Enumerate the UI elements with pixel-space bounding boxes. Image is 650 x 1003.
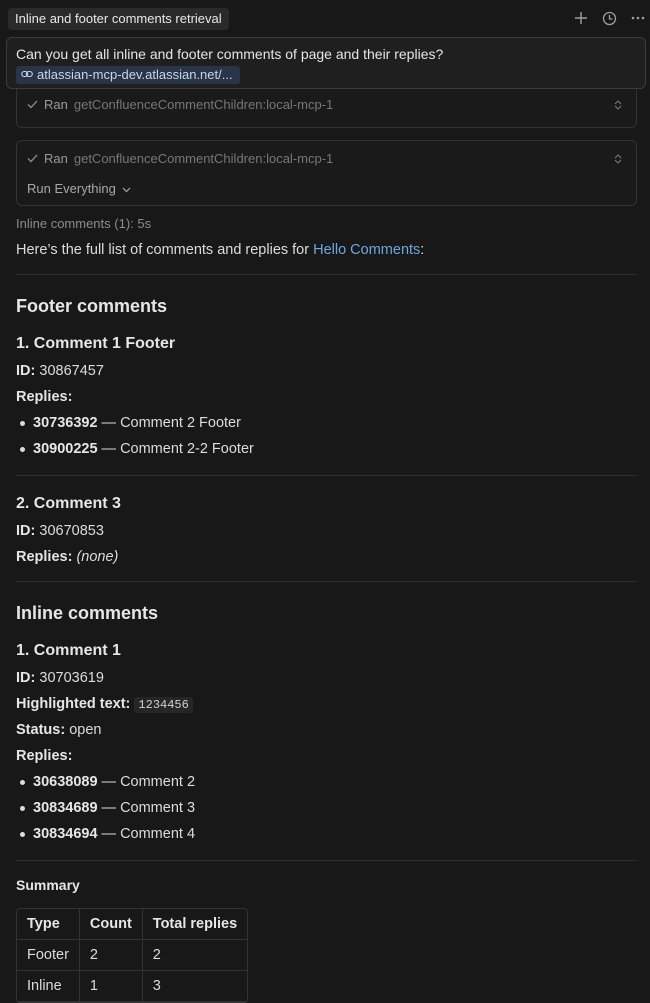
table-row: Footer 2 2 (17, 940, 248, 971)
divider (16, 274, 637, 275)
intro-prefix: Here’s the full list of comments and rep… (16, 242, 314, 258)
table-cell: 2 (142, 940, 248, 971)
tool-call-1[interactable]: Ran getConfluenceCommentChildren:local-m… (16, 89, 637, 128)
column-header: Type (17, 909, 80, 940)
intro-text: Here’s the full list of comments and rep… (16, 242, 424, 258)
plus-icon[interactable] (572, 9, 590, 27)
highlight-line: Highlighted text: 1234456 (16, 696, 193, 713)
table-header-row: Type Count Total replies (17, 909, 248, 940)
link-chip-label: atlassian-mcp-dev.atlassian.net/... (37, 67, 233, 82)
id-value: 30703619 (39, 670, 104, 686)
replies-label: Replies: (16, 549, 73, 565)
reply-id: 30638089 (33, 774, 98, 790)
page-link[interactable]: Hello Comments (313, 242, 420, 258)
highlight-label: Highlighted text: (16, 696, 131, 712)
status-value: open (69, 722, 102, 738)
link-chip[interactable]: atlassian-mcp-dev.atlassian.net/... (16, 66, 240, 84)
list-item: 30834689 — Comment 3 (20, 800, 195, 816)
divider (16, 581, 637, 582)
reply-id: 30834694 (33, 826, 98, 842)
tool-name: getConfluenceCommentChildren:local-mcp-1 (73, 97, 334, 112)
expand-collapse-icon[interactable] (614, 100, 622, 111)
reply-text: — Comment 2 (97, 774, 196, 790)
expand-collapse-icon[interactable] (614, 154, 622, 165)
list-item: 30834694 — Comment 4 (20, 826, 195, 842)
replies-none: (none) (76, 549, 119, 565)
chevron-down-icon (122, 181, 131, 196)
reply-text: — Comment 2-2 Footer (97, 441, 254, 457)
reply-id: 30900225 (33, 441, 98, 457)
check-icon (27, 97, 38, 112)
id-label: ID: (16, 363, 36, 379)
table-cell: Inline (17, 971, 80, 1002)
intro-suffix: : (420, 242, 425, 258)
status-line-comment: Status: open (16, 722, 101, 738)
table-cell: 2 (79, 940, 143, 971)
table-cell: Footer (17, 940, 80, 971)
history-icon[interactable] (600, 9, 618, 27)
footer-comments-heading: Footer comments (16, 296, 168, 316)
tool-status: Ran (44, 97, 68, 112)
list-item: 30638089 — Comment 2 (20, 774, 195, 790)
list-item: 30900225 — Comment 2-2 Footer (20, 441, 254, 457)
inline-comments-heading: Inline comments (16, 603, 159, 623)
id-label: ID: (16, 670, 36, 686)
summary-heading: Summary (16, 877, 80, 893)
column-header: Total replies (142, 909, 248, 940)
comment-id: ID: 30867457 (16, 363, 104, 379)
id-label: ID: (16, 523, 36, 539)
table-cell: 1 (79, 971, 143, 1002)
tool-status: Ran (44, 151, 68, 166)
more-icon[interactable] (629, 9, 647, 27)
reply-id: 30736392 (33, 415, 98, 431)
chat-title[interactable]: Inline and footer comments retrieval (8, 8, 229, 30)
tool-call-2[interactable]: Ran getConfluenceCommentChildren:local-m… (16, 140, 637, 206)
comment-id: ID: 30703619 (16, 670, 104, 686)
id-value: 30670853 (39, 523, 104, 539)
status-label: Status: (16, 722, 66, 738)
comment-id: ID: 30670853 (16, 523, 104, 539)
comment-title: 1. Comment 1 (16, 642, 121, 659)
run-everything-label: Run Everything (27, 181, 116, 196)
comment-title: 2. Comment 3 (16, 495, 121, 512)
chat-header: Inline and footer comments retrieval (0, 0, 650, 36)
table-cell: 3 (142, 971, 248, 1002)
id-value: 30867457 (39, 363, 104, 379)
replies-line: Replies: (none) (16, 549, 118, 565)
summary-table: Type Count Total replies Footer 2 2 Inli… (16, 908, 249, 1003)
divider (16, 860, 637, 861)
column-header: Count (79, 909, 143, 940)
table-row: Inline 1 3 (17, 971, 248, 1002)
comment-title: 1. Comment 1 Footer (16, 335, 176, 352)
status-line: Inline comments (1): 5s (16, 216, 152, 231)
run-everything-dropdown[interactable]: Run Everything (27, 181, 131, 196)
reply-text: — Comment 2 Footer (97, 415, 241, 431)
highlight-code: 1234456 (134, 697, 193, 713)
list-item: 30736392 — Comment 2 Footer (20, 415, 241, 431)
replies-label: Replies: (16, 389, 73, 405)
check-icon (27, 151, 38, 166)
reply-text: — Comment 4 (97, 826, 196, 842)
divider (16, 475, 637, 476)
reply-text: — Comment 3 (97, 800, 196, 816)
tool-name: getConfluenceCommentChildren:local-mcp-1 (73, 151, 334, 166)
replies-label: Replies: (16, 748, 73, 764)
user-prompt[interactable]: Can you get all inline and footer commen… (6, 37, 646, 89)
reply-id: 30834689 (33, 800, 98, 816)
link-icon (21, 66, 33, 84)
prompt-text: Can you get all inline and footer commen… (16, 46, 444, 62)
